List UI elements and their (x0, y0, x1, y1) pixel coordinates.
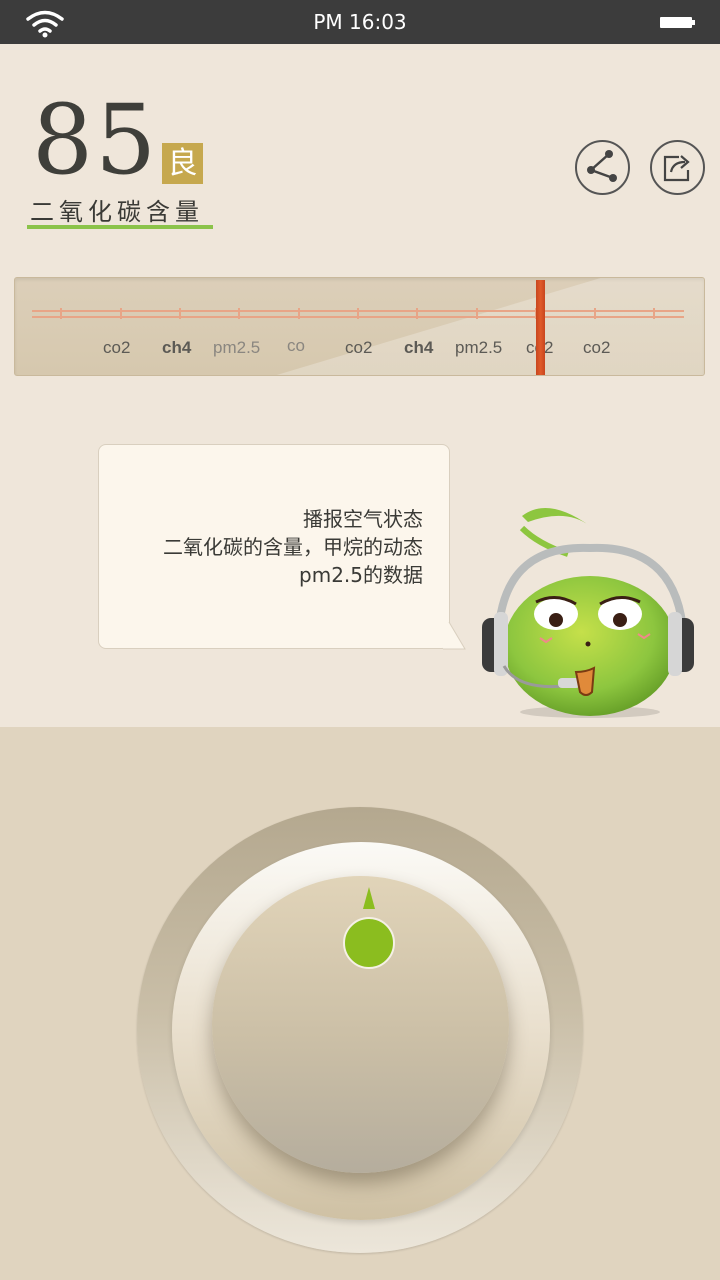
tuner-tick (298, 308, 300, 319)
screen: PM 16:03 85 良 二氧化碳含量 co2 ch4 pm2.5 co co… (0, 0, 720, 1280)
speech-bubble: 播报空气状态 二氧化碳的含量，甲烷的动态 pm2.5的数据 (98, 444, 450, 649)
tuner-label: co2 (583, 338, 611, 357)
tuner-tick (594, 308, 596, 319)
tuner-tick (416, 308, 418, 319)
reading-value: 85 (32, 84, 159, 196)
tuner-label: ch4 (404, 338, 434, 357)
quality-badge: 良 (162, 143, 203, 184)
knob-indicator (343, 917, 395, 969)
tuner-tick (653, 308, 655, 319)
tuner-tick (179, 308, 181, 319)
tuner-label: pm2.5 (455, 338, 503, 357)
share-button[interactable] (575, 140, 630, 195)
status-bar: PM 16:03 (0, 0, 720, 44)
bubble-text: 播报空气状态 二氧化碳的含量，甲烷的动态 pm2.5的数据 (163, 505, 423, 589)
bubble-line: 播报空气状态 (303, 507, 423, 531)
tuner-dial[interactable]: co2 ch4 pm2.5 co co2 ch4 pm2.5 co2 co2 (14, 277, 705, 376)
tuner-tick (476, 308, 478, 319)
mascot-icon (482, 508, 694, 718)
battery-icon (660, 17, 695, 28)
tuner-label: ch4 (162, 338, 192, 357)
tuner-tick (60, 308, 62, 319)
tuner-glare (276, 278, 704, 375)
tuner-label: pm2.5 (213, 338, 261, 357)
bubble-line: pm2.5的数据 (299, 563, 423, 587)
export-icon (663, 155, 690, 182)
tuner-label: co2 (345, 338, 373, 357)
tuner-needle[interactable] (536, 280, 545, 375)
bubble-tail (443, 622, 466, 650)
status-time: PM 16:03 (313, 10, 407, 34)
tuner-tick (357, 308, 359, 319)
bubble-line: 二氧化碳的含量，甲烷的动态 (163, 535, 423, 559)
reading-label: 二氧化碳含量 (30, 198, 204, 226)
knob-pointer-icon (363, 887, 375, 909)
tuner-scale (32, 308, 684, 320)
share-icon (587, 150, 617, 182)
tuner-label: co (287, 336, 305, 355)
reading-underline (27, 225, 213, 229)
tuner-tick (120, 308, 122, 319)
tuner-label: co2 (103, 338, 131, 357)
export-button[interactable] (650, 140, 705, 195)
tuner-tick (238, 308, 240, 319)
